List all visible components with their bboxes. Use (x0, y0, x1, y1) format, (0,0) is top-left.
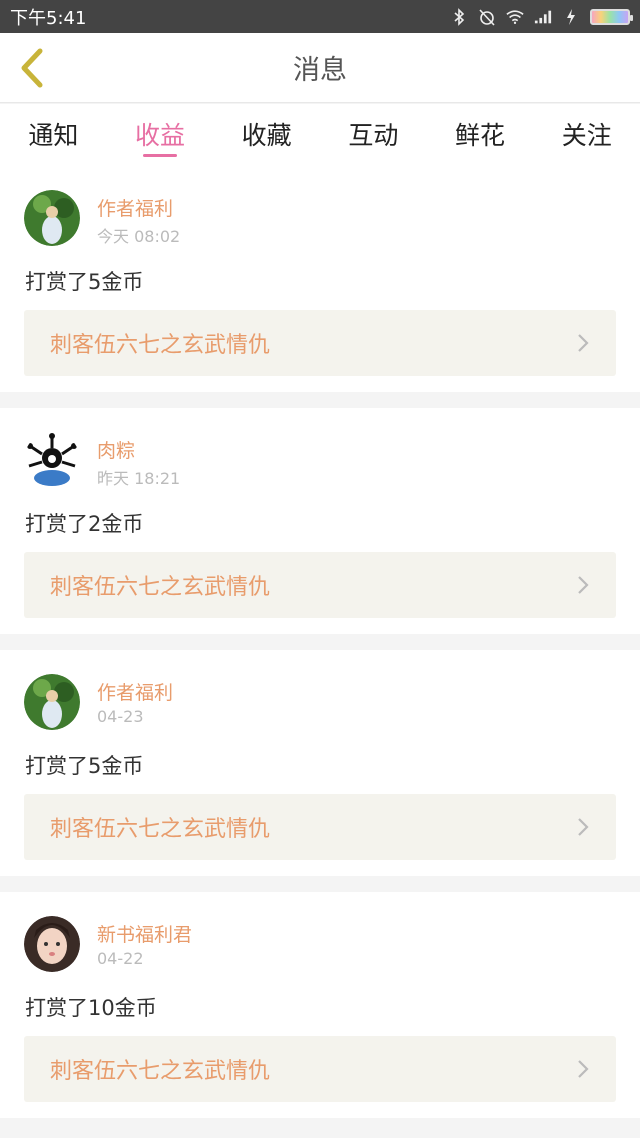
message-card: 肉粽 昨天 18:21 打赏了2金币 刺客伍六七之玄武情仇 (0, 408, 640, 634)
book-link[interactable]: 刺客伍六七之玄武情仇 (24, 794, 616, 860)
book-title: 刺客伍六七之玄武情仇 (50, 575, 271, 600)
tab-following[interactable]: 关注 (533, 104, 640, 166)
avatar[interactable] (24, 674, 80, 730)
avatar[interactable] (24, 190, 80, 246)
book-title: 刺客伍六七之玄武情仇 (50, 817, 271, 842)
avatar[interactable] (24, 916, 80, 972)
alarm-off-icon (478, 8, 496, 26)
message-card: 作者福利 今天 08:02 打赏了5金币 刺客伍六七之玄武情仇 (0, 166, 640, 392)
tab-favorites[interactable]: 收藏 (213, 104, 320, 166)
message-text: 打赏了5金币 (25, 754, 144, 778)
tab-label: 通知 (28, 121, 79, 150)
tab-label: 收益 (135, 121, 186, 150)
status-bar: 下午5:41 (0, 0, 640, 33)
tab-label: 互动 (348, 121, 399, 150)
page-title: 消息 (293, 55, 347, 86)
user-name[interactable]: 作者福利 (97, 194, 173, 221)
message-card: 作者福利 04-23 打赏了5金币 刺客伍六七之玄武情仇 (0, 650, 640, 876)
book-link[interactable]: 刺客伍六七之玄武情仇 (24, 552, 616, 618)
nav-header: 消息 (0, 33, 640, 103)
signal-icon (534, 8, 552, 26)
message-list: 作者福利 今天 08:02 打赏了5金币 刺客伍六七之玄武情仇 肉粽 昨天 18… (0, 166, 640, 1134)
chevron-right-icon (578, 334, 589, 352)
tab-label: 关注 (561, 121, 612, 150)
active-tab-indicator (143, 154, 177, 157)
message-time: 04-23 (97, 707, 144, 726)
tab-bar: 通知 收益 收藏 互动 鲜花 关注 (0, 104, 640, 166)
charging-icon (562, 8, 580, 26)
status-time: 下午5:41 (10, 7, 87, 29)
book-link[interactable]: 刺客伍六七之玄武情仇 (24, 1036, 616, 1102)
tab-flowers[interactable]: 鲜花 (427, 104, 534, 166)
tab-earnings[interactable]: 收益 (107, 104, 214, 166)
tab-notifications[interactable]: 通知 (0, 104, 107, 166)
message-time: 今天 08:02 (97, 227, 181, 246)
user-name[interactable]: 作者福利 (97, 678, 173, 705)
wifi-icon (506, 8, 524, 26)
chevron-right-icon (578, 818, 589, 836)
chevron-right-icon (578, 576, 589, 594)
status-icons (450, 7, 633, 26)
tab-interactions[interactable]: 互动 (320, 104, 427, 166)
back-button[interactable] (14, 47, 50, 89)
back-chevron-icon (21, 48, 43, 88)
message-time: 昨天 18:21 (97, 469, 181, 488)
message-time: 04-22 (97, 949, 144, 968)
user-name[interactable]: 肉粽 (97, 436, 135, 463)
message-card: 新书福利君 04-22 打赏了10金币 刺客伍六七之玄武情仇 (0, 892, 640, 1118)
message-text: 打赏了5金币 (25, 270, 144, 294)
book-title: 刺客伍六七之玄武情仇 (50, 333, 271, 358)
book-link[interactable]: 刺客伍六七之玄武情仇 (24, 310, 616, 376)
message-text: 打赏了10金币 (25, 996, 157, 1020)
user-name[interactable]: 新书福利君 (97, 920, 192, 947)
tab-label: 鲜花 (455, 121, 506, 150)
book-title: 刺客伍六七之玄武情仇 (50, 1059, 271, 1084)
battery-icon (590, 8, 633, 25)
chevron-right-icon (578, 1060, 589, 1078)
avatar[interactable] (24, 432, 80, 488)
tab-label: 收藏 (241, 121, 292, 150)
bluetooth-icon (450, 7, 468, 26)
message-text: 打赏了2金币 (25, 512, 144, 536)
